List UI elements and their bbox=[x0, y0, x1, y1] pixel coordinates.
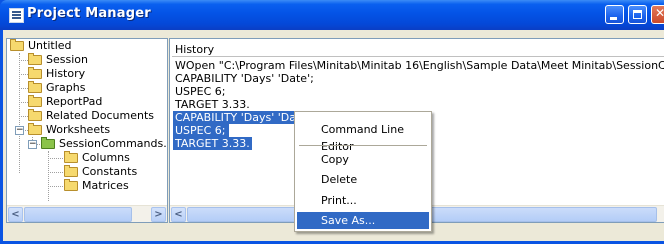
scroll-right-button[interactable]: > bbox=[151, 207, 166, 222]
folder-icon bbox=[28, 53, 42, 65]
folder-icon bbox=[28, 95, 42, 107]
worksheet-icon bbox=[41, 137, 55, 149]
tree-item-label: History bbox=[46, 67, 86, 80]
tree-item-label: Matrices bbox=[82, 179, 129, 192]
tree-item-label: ReportPad bbox=[46, 95, 103, 108]
menu-item-label: Delete bbox=[321, 173, 358, 186]
project-tree[interactable]: Untitled Session History Graphs ReportPa… bbox=[6, 38, 168, 223]
header-divider bbox=[172, 56, 664, 57]
minimize-button[interactable] bbox=[605, 5, 624, 24]
tree-item-label: Related Documents bbox=[46, 109, 154, 122]
open-folder-icon bbox=[28, 67, 42, 79]
folder-icon bbox=[64, 151, 78, 163]
menu-item-copy[interactable]: Copy bbox=[297, 151, 429, 168]
folder-icon bbox=[28, 123, 42, 135]
folder-icon bbox=[64, 179, 78, 191]
history-line[interactable]: CAPABILITY 'Days' 'Date'; bbox=[175, 72, 314, 85]
folder-icon bbox=[28, 81, 42, 93]
history-line[interactable]: WOpen "C:\Program Files\Minitab\Minitab … bbox=[175, 59, 664, 72]
tree-item-label: Untitled bbox=[28, 39, 72, 52]
tree-item-label: Graphs bbox=[46, 81, 86, 94]
menu-item-label: Save As... bbox=[321, 214, 376, 227]
scroll-left-button[interactable]: < bbox=[171, 207, 186, 222]
menu-item-label: Copy bbox=[321, 153, 349, 166]
context-menu: Command Line Editor Copy Delete Print...… bbox=[294, 111, 432, 232]
scroll-thumb[interactable] bbox=[24, 207, 132, 222]
title-bar[interactable]: Project Manager bbox=[0, 0, 664, 30]
history-header: History bbox=[175, 43, 215, 56]
tree-item-label: Constants bbox=[82, 165, 138, 178]
folder-icon bbox=[28, 109, 42, 121]
menu-item-command-line-editor[interactable]: Command Line Editor bbox=[297, 121, 429, 153]
menu-item-label: Command Line Editor bbox=[321, 123, 404, 153]
history-line-selected[interactable]: USPEC 6; bbox=[173, 124, 229, 137]
menu-item-print[interactable]: Print... bbox=[297, 192, 429, 209]
close-button[interactable] bbox=[651, 5, 664, 24]
history-line[interactable]: TARGET 3.33. bbox=[175, 98, 250, 111]
folder-icon bbox=[64, 165, 78, 177]
window-title: Project Manager bbox=[27, 6, 151, 21]
tree-item-label: Worksheets bbox=[46, 123, 111, 136]
collapse-worksheets-toggle[interactable]: − bbox=[15, 126, 24, 135]
menu-separator bbox=[299, 145, 427, 146]
collapse-sessioncommands-toggle[interactable]: − bbox=[28, 140, 37, 149]
tree-horizontal-scrollbar[interactable]: < > bbox=[7, 205, 167, 222]
scroll-left-button[interactable]: < bbox=[8, 207, 23, 222]
menu-item-save-as[interactable]: Save As... bbox=[297, 212, 429, 229]
history-line[interactable]: USPEC 6; bbox=[175, 85, 226, 98]
menu-item-label: Print... bbox=[321, 194, 357, 207]
tree-item-label: Session bbox=[46, 53, 88, 66]
history-line-selected[interactable]: TARGET 3.33. bbox=[173, 137, 252, 150]
project-manager-icon bbox=[9, 8, 24, 23]
folder-icon bbox=[10, 39, 24, 51]
tree-item-label: Columns bbox=[82, 151, 130, 164]
menu-item-delete[interactable]: Delete bbox=[297, 171, 429, 188]
maximize-button[interactable] bbox=[628, 5, 647, 24]
tree-item-label: SessionCommands.M bbox=[59, 137, 168, 150]
